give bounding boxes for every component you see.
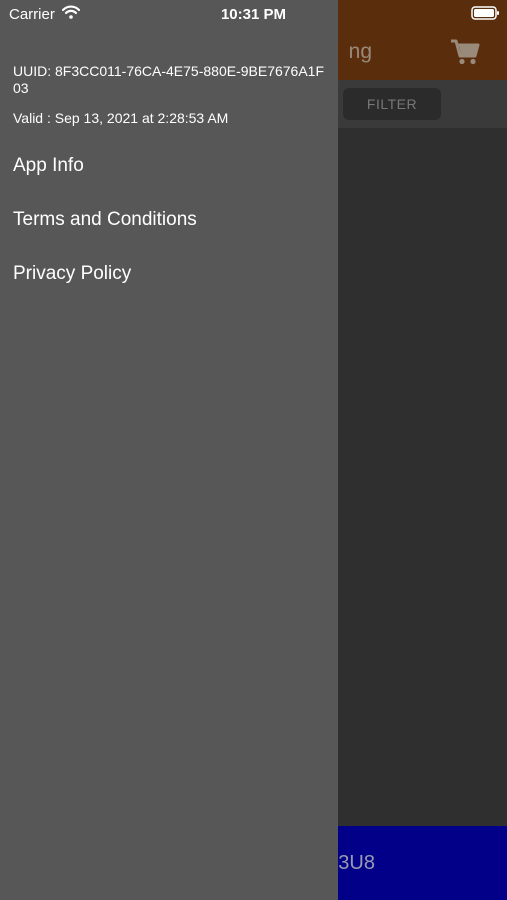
valid-until: Valid : Sep 13, 2021 at 2:28:53 AM	[13, 110, 229, 126]
menu-item-terms-and-conditions[interactable]: Terms and Conditions	[13, 204, 328, 236]
carrier-label: Carrier	[9, 6, 55, 23]
status-time: 10:31 PM	[220, 6, 287, 23]
cart-icon[interactable]	[450, 38, 480, 66]
side-drawer: UUID: 8F3CC011-76CA-4E75-880E-9BE7676A1F…	[0, 0, 338, 900]
device-uuid: UUID: 8F3CC011-76CA-4E75-880E-9BE7676A1F…	[13, 63, 325, 96]
filter-button[interactable]: FILTER	[343, 88, 441, 120]
menu-item-privacy-policy[interactable]: Privacy Policy	[13, 258, 328, 290]
menu-item-app-info[interactable]: App Info	[13, 150, 328, 182]
battery-icon	[471, 6, 500, 20]
wifi-icon	[61, 5, 81, 19]
status-bar: Carrier 10:31 PM	[0, 0, 507, 28]
